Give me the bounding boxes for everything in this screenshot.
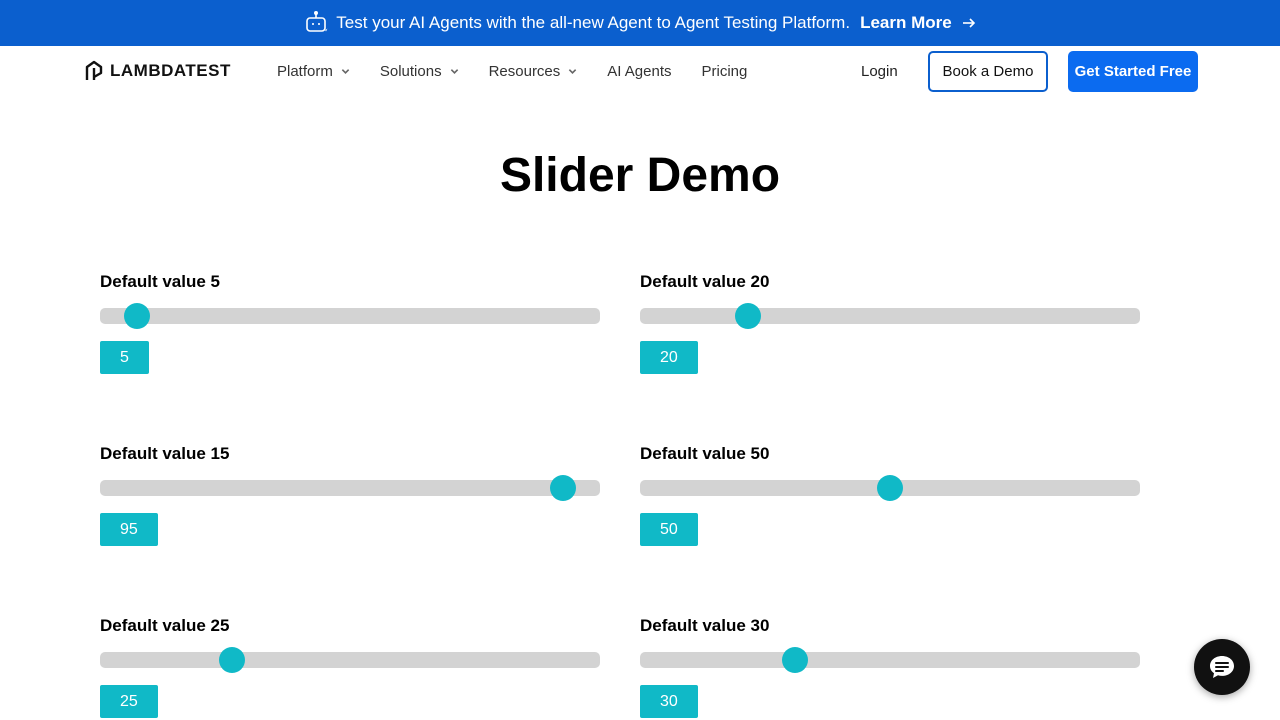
slider-track[interactable] xyxy=(640,303,1140,329)
slider-track[interactable] xyxy=(100,475,600,501)
slider-value-output: 25 xyxy=(100,685,158,718)
chat-bubble-icon xyxy=(1210,656,1234,678)
slider-thumb[interactable] xyxy=(550,475,577,501)
banner-text: Test your AI Agents with the all-new Age… xyxy=(336,13,851,32)
slider-thumb[interactable] xyxy=(123,303,150,329)
nav-item-ai-agents[interactable]: AI Agents xyxy=(607,63,671,80)
slider-group-5: Default value 25 25 xyxy=(100,616,600,718)
slider-group-2: Default value 20 20 xyxy=(640,272,1140,374)
slider-value-output: 50 xyxy=(640,513,698,546)
slider-group-1: Default value 5 5 xyxy=(100,272,600,374)
slider-thumb[interactable] xyxy=(218,647,245,673)
robot-icon xyxy=(306,10,328,32)
book-demo-button[interactable]: Book a Demo xyxy=(928,51,1048,92)
login-link[interactable]: Login xyxy=(861,63,898,80)
nav-item-solutions[interactable]: Solutions xyxy=(380,63,459,80)
main-nav: LAMBDATEST Platform Solutions Resources … xyxy=(0,46,1280,98)
slider-value-output: 5 xyxy=(100,341,149,374)
get-started-button[interactable]: Get Started Free xyxy=(1068,51,1198,92)
promo-banner: Test your AI Agents with the all-new Age… xyxy=(0,0,1280,46)
slider-track[interactable] xyxy=(100,647,600,673)
slider-value-output: 95 xyxy=(100,513,158,546)
slider-group-3: Default value 15 95 xyxy=(100,444,600,546)
slider-label: Default value 50 xyxy=(640,444,770,463)
slider-track[interactable] xyxy=(640,647,1140,673)
chevron-down-icon xyxy=(569,69,577,74)
slider-label: Default value 15 xyxy=(100,444,230,463)
slider-track[interactable] xyxy=(100,303,600,329)
logo-text: LAMBDATEST xyxy=(110,61,231,80)
slider-group-4: Default value 50 50 xyxy=(640,444,1140,546)
nav-item-pricing[interactable]: Pricing xyxy=(702,63,748,80)
slider-label: Default value 25 xyxy=(100,616,230,635)
chevron-down-icon xyxy=(341,69,350,74)
page-title: Slider Demo xyxy=(499,149,781,202)
nav-item-resources[interactable]: Resources xyxy=(489,63,578,80)
slider-thumb[interactable] xyxy=(782,647,809,673)
lambdatest-logo-icon xyxy=(85,60,103,80)
nav-links: Platform Solutions Resources AI Agents P… xyxy=(277,63,777,80)
slider-track[interactable] xyxy=(640,475,1140,501)
chevron-down-icon xyxy=(450,69,458,74)
chat-button[interactable] xyxy=(1194,639,1250,695)
slider-thumb[interactable] xyxy=(877,475,903,501)
slider-value-output: 30 xyxy=(640,685,698,718)
slider-label: Default value 20 xyxy=(640,272,770,291)
slider-label: Default value 5 xyxy=(100,272,220,291)
slider-value-output: 20 xyxy=(640,341,698,374)
slider-label: Default value 30 xyxy=(640,616,770,635)
logo[interactable]: LAMBDATEST xyxy=(82,59,231,83)
slider-group-6: Default value 30 30 xyxy=(640,616,1140,718)
arrow-right-icon xyxy=(962,18,975,28)
slider-thumb[interactable] xyxy=(734,303,761,329)
learn-more-link[interactable]: Learn More xyxy=(860,13,976,33)
nav-item-platform[interactable]: Platform xyxy=(277,63,350,80)
